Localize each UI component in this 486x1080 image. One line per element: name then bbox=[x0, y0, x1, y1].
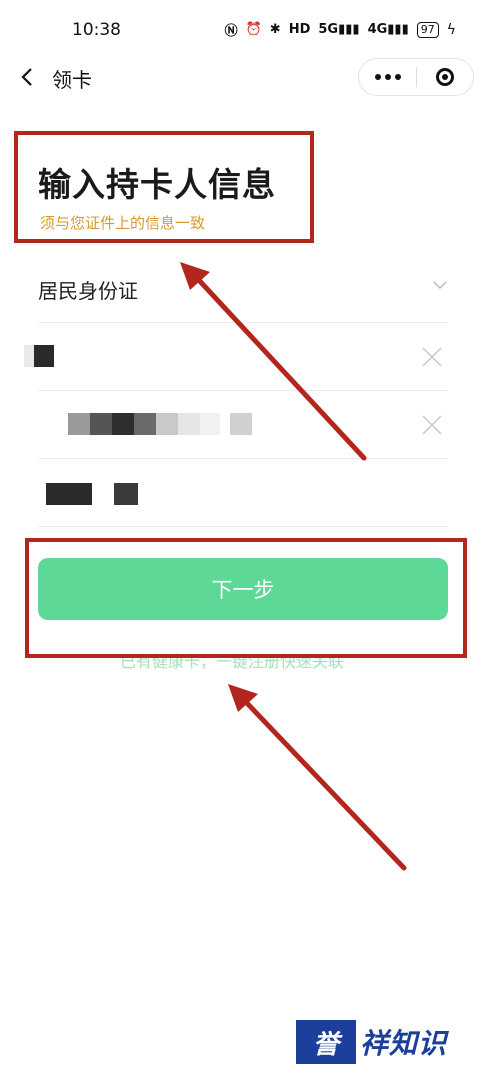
more-dot-icon bbox=[394, 74, 401, 80]
mini-program-capsule bbox=[358, 58, 474, 96]
annotation-box-heading bbox=[14, 131, 314, 243]
chevron-down-icon bbox=[433, 281, 447, 290]
cardholder-form: 居民身份证 bbox=[24, 255, 448, 527]
bluetooth-icon: ✱ bbox=[269, 22, 281, 37]
more-dot-icon bbox=[374, 74, 381, 80]
signal-5g-label: 5G bbox=[318, 22, 339, 37]
masked-name-value bbox=[24, 345, 68, 367]
masked-phone-value bbox=[46, 483, 138, 505]
watermark-wordmark: 祥知识 bbox=[360, 1027, 448, 1060]
battery-icon: 97 bbox=[416, 21, 439, 38]
id-type-select[interactable]: 居民身份证 bbox=[38, 255, 448, 323]
signal-4g-icon: 4G▮▮▮ bbox=[367, 22, 409, 37]
back-arrow-icon[interactable] bbox=[16, 62, 38, 92]
alarm-icon: ⏰ bbox=[245, 22, 262, 37]
status-time: 10:38 bbox=[72, 20, 121, 40]
charging-icon: ϟ bbox=[446, 21, 456, 38]
watermark-mark: 誉 bbox=[296, 1020, 356, 1064]
status-bar: 10:38 Ⓝ ⏰ ✱ HD 5G▮▮▮ 4G▮▮▮ 97 ϟ bbox=[0, 0, 486, 58]
name-field[interactable] bbox=[24, 323, 448, 391]
phone-field[interactable] bbox=[38, 459, 448, 527]
nav-title: 领卡 bbox=[52, 68, 92, 92]
more-dot-icon bbox=[384, 74, 391, 80]
status-icons: Ⓝ ⏰ ✱ HD 5G▮▮▮ 4G▮▮▮ 97 ϟ bbox=[225, 20, 456, 39]
watermark-logo: 誉 祥知识 bbox=[296, 1020, 472, 1064]
hd-icon: HD bbox=[288, 22, 311, 37]
clear-icon[interactable] bbox=[420, 345, 444, 369]
signal-5g-icon: 5G▮▮▮ bbox=[318, 22, 360, 37]
nfc-icon: Ⓝ bbox=[224, 24, 238, 39]
clear-icon[interactable] bbox=[420, 413, 444, 437]
annotation-box-button bbox=[25, 538, 467, 658]
target-icon bbox=[436, 68, 454, 86]
id-type-value: 居民身份证 bbox=[38, 279, 138, 303]
close-mini-program-button[interactable] bbox=[417, 59, 473, 95]
nav-bar: 领卡 bbox=[0, 58, 486, 98]
signal-4g-label: 4G bbox=[367, 22, 388, 37]
masked-id-number-value bbox=[68, 413, 252, 435]
more-menu-button[interactable] bbox=[359, 59, 416, 95]
id-number-field[interactable] bbox=[38, 391, 448, 459]
annotation-arrow-bottom bbox=[228, 684, 407, 871]
